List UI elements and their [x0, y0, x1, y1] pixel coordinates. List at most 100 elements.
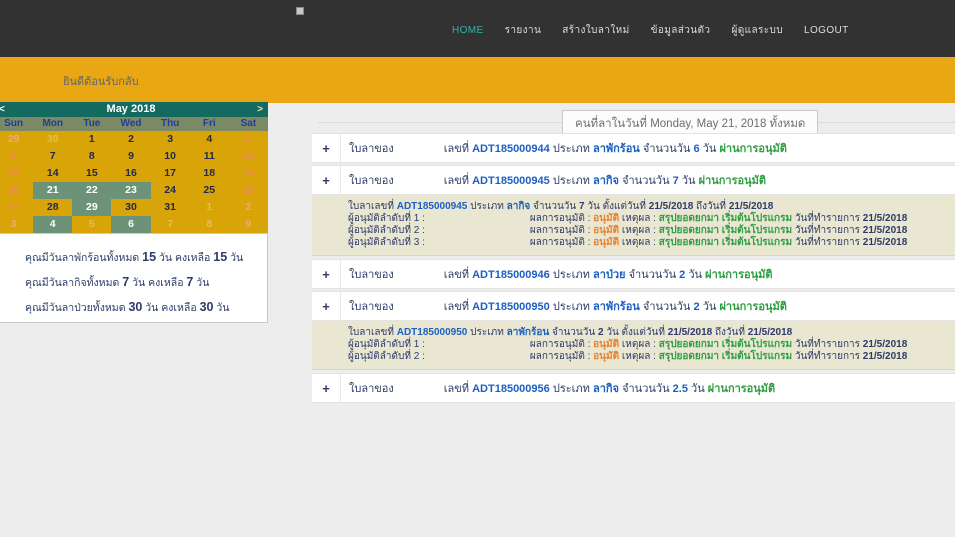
calendar-day-cell[interactable]: 6 [111, 216, 151, 233]
calendar-day-cell[interactable]: 15 [72, 165, 111, 182]
calendar-day-cell[interactable]: 24 [151, 182, 190, 199]
leave-days-label: จำนวนวัน [642, 301, 691, 313]
leave-days-label: จำนวนวัน [622, 175, 670, 187]
calendar-day-cell[interactable]: 3 [151, 131, 190, 148]
leave-number: ADT185000945 [472, 175, 550, 187]
calendar-prev-button[interactable]: < [0, 102, 5, 117]
expand-row-button[interactable]: + [312, 374, 341, 402]
approver-label: ผู้อนุมัติลำดับที่ 3 : [348, 237, 425, 248]
calendar-day-cell[interactable]: 12 [229, 148, 268, 165]
calendar-day-cell[interactable]: 20 [0, 182, 33, 199]
calendar-day-cell[interactable]: 8 [190, 216, 229, 233]
txn-date-label: วันที่ทำรายการ [794, 237, 860, 248]
calendar-day-cell[interactable]: 21 [33, 182, 73, 199]
calendar-day-cell[interactable]: 22 [72, 182, 112, 199]
day-unit-label: วัน [702, 301, 717, 313]
txn-date-label: วันที่ทำรายการ [794, 225, 860, 236]
leave-days-label: จำนวนวัน [628, 269, 677, 281]
expand-row-button[interactable]: + [312, 260, 341, 288]
leave-type-label: ประเภท [552, 269, 590, 281]
calendar-day-cell[interactable]: 2 [111, 131, 150, 148]
leave-row[interactable]: + ใบลาของ เลขที่ ADT185000950 ประเภท ลาพัก… [312, 291, 955, 321]
nav-item-admin[interactable]: ผู้ดูแลระบบ [731, 23, 783, 38]
calendar-day-cell[interactable]: 26 [229, 182, 268, 199]
approval-reason: สรุปยอดยกมา เริ่มต้นโปรแกรม [658, 351, 793, 362]
calendar-day-cell[interactable]: 11 [190, 148, 229, 165]
calendar-day-cell[interactable]: 29 [72, 199, 112, 216]
calendar-day-cell[interactable]: 4 [190, 131, 229, 148]
leave-days: 2 [679, 269, 686, 281]
leave-of-label: ใบลาของ [349, 301, 394, 313]
leave-type: ลาป่วย [592, 269, 626, 281]
leave-number: ADT185000946 [472, 269, 550, 281]
calendar-day-cell[interactable]: 27 [0, 199, 33, 216]
leave-no-label: เลขที่ [443, 175, 473, 187]
calendar-day-cell[interactable]: 7 [151, 216, 190, 233]
leave-row[interactable]: + ใบลาของ เลขที่ ADT185000944 ประเภท ลาพัก… [312, 133, 955, 163]
approval-txn-date: 21/5/2018 [862, 213, 908, 224]
calendar-day-cell[interactable]: 8 [72, 148, 111, 165]
approval-result: อนุมัติ [593, 225, 620, 236]
approval-result-label: ผลการอนุมัติ : [529, 213, 594, 224]
calendar-day-cell[interactable]: 7 [33, 148, 72, 165]
expand-row-button[interactable]: + [312, 292, 341, 320]
nav-item-personal-info[interactable]: ข้อมูลส่วนตัว [651, 23, 711, 38]
detail-leave-days: 7 [579, 201, 585, 212]
calendar-day-cell[interactable]: 9 [111, 148, 150, 165]
calendar-day-cell[interactable]: 17 [151, 165, 190, 182]
calendar-day-cell[interactable]: 25 [190, 182, 229, 199]
nav-item-home[interactable]: HOME [452, 25, 484, 36]
expand-row-button[interactable]: + [312, 166, 341, 194]
calendar-day-cell[interactable]: 30 [111, 199, 150, 216]
leave-row[interactable]: + ใบลาของ เลขที่ ADT185000946 ประเภท ลาป่ว… [312, 259, 955, 289]
leave-type-label: ประเภท [552, 383, 590, 395]
calendar-day-cell[interactable]: 14 [33, 165, 72, 182]
calendar-next-button[interactable]: > [257, 102, 263, 117]
calendar-day-cell[interactable]: 1 [190, 199, 229, 216]
approval-reason: สรุปยอดยกมา เริ่มต้นโปรแกรม [658, 225, 793, 236]
approval-txn-date: 21/5/2018 [862, 237, 908, 248]
calendar-day-cell[interactable]: 5 [229, 131, 268, 148]
calendar-day-cell[interactable]: 2 [229, 199, 268, 216]
approval-result: อนุมัติ [593, 351, 620, 362]
quota-summary-line: คุณมีวันลาพักร้อนทั้งหมด 15 วัน คงเหลือ … [25, 250, 244, 264]
approver-line: ผู้อนุมัติลำดับที่ 2 : ผลการอนุมัติ : อนุ… [348, 351, 947, 362]
calendar-day-cell[interactable]: 4 [33, 216, 73, 233]
reason-label: เหตุผล : [621, 225, 659, 236]
calendar-day-cell[interactable]: 6 [0, 148, 33, 165]
leave-detail-panel: ใบลาเลขที่ ADT185000945 ประเภท ลากิจ จำน… [312, 195, 955, 256]
leave-of-label: ใบลาของ [349, 143, 394, 155]
nav-item-create-leave[interactable]: สร้างใบลาใหม่ [562, 23, 629, 38]
calendar-day-header-sat: Sat [240, 118, 257, 129]
calendar-day-cell[interactable]: 23 [111, 182, 151, 199]
calendar-day-cell[interactable]: 29 [0, 131, 33, 148]
leave-row[interactable]: + ใบลาของ เลขที่ ADT185000945 ประเภท ลากิจ… [312, 165, 955, 195]
leave-no-label: เลขที่ [443, 383, 473, 395]
calendar-day-cell[interactable]: 16 [111, 165, 150, 182]
calendar-day-cell[interactable]: 19 [229, 165, 268, 182]
leave-row[interactable]: + ใบลาของ เลขที่ ADT185000956 ประเภท ลากิจ… [312, 373, 955, 403]
calendar-day-header-sun: Sun [4, 118, 24, 129]
calendar-day-cell[interactable]: 18 [190, 165, 229, 182]
calendar-day-cell[interactable]: 1 [72, 131, 111, 148]
calendar-day-cell[interactable]: 31 [151, 199, 190, 216]
calendar-day-cell[interactable]: 3 [0, 216, 33, 233]
detail-from-date: 21/5/2018 [667, 327, 713, 338]
expand-row-button[interactable]: + [312, 134, 341, 162]
nav-item-reports[interactable]: รายงาน [505, 23, 542, 38]
calendar-day-cell[interactable]: 13 [0, 165, 33, 182]
leave-number: ADT185000950 [472, 301, 550, 313]
calendar-day-cell[interactable]: 28 [33, 199, 72, 216]
approval-result-label: ผลการอนุมัติ : [529, 225, 594, 236]
calendar-day-cell[interactable]: 9 [229, 216, 268, 233]
calendar-day-cell[interactable]: 10 [151, 148, 190, 165]
nav-item-logout[interactable]: LOGOUT [804, 25, 849, 36]
leave-type: ลาพักร้อน [592, 143, 640, 155]
calendar-day-cell[interactable]: 5 [72, 216, 111, 233]
approval-result: อนุมัติ [593, 237, 620, 248]
leave-number: ADT185000944 [472, 143, 550, 155]
top-navbar: HOME รายงาน สร้างใบลาใหม่ ข้อมูลส่วนตัว ผู้ด… [0, 0, 955, 57]
calendar-header: < May 2018 > [0, 102, 268, 117]
leave-no-label: เลขที่ [443, 301, 473, 313]
calendar-day-cell[interactable]: 30 [33, 131, 72, 148]
